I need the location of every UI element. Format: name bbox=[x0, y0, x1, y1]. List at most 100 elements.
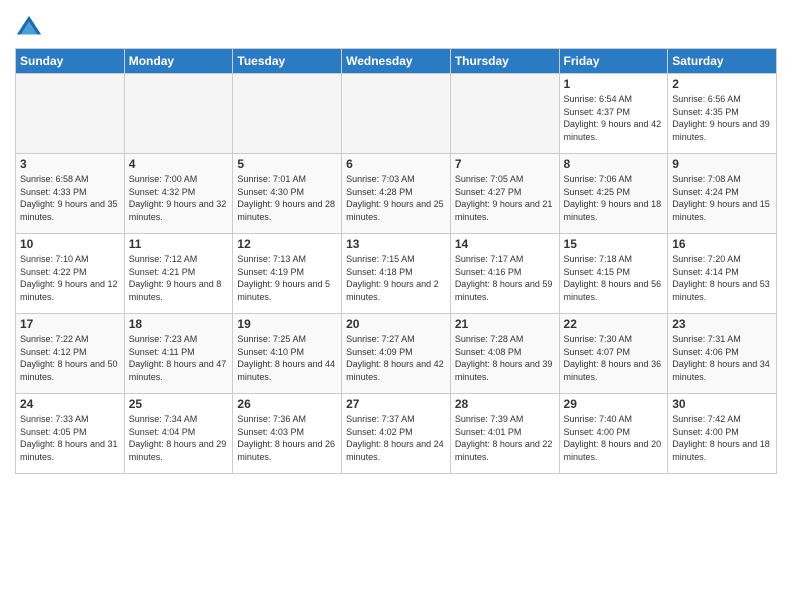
day-info: Sunrise: 7:34 AM Sunset: 4:04 PM Dayligh… bbox=[129, 413, 229, 463]
day-number: 28 bbox=[455, 397, 555, 411]
calendar-cell-8: 8Sunrise: 7:06 AM Sunset: 4:25 PM Daylig… bbox=[559, 154, 668, 234]
calendar-week-1: 3 Sunrise: 6:58 AM Sunset: 4:33 PM Daylig… bbox=[16, 154, 777, 234]
calendar-cell-27: 27 Sunrise: 7:37 AM Sunset: 4:02 PM Dayli… bbox=[342, 394, 451, 474]
day-number: 12 bbox=[237, 237, 337, 251]
day-info: Sunrise: 7:08 AM Sunset: 4:24 PM Dayligh… bbox=[672, 173, 772, 223]
calendar-cell-15: 15Sunrise: 7:18 AM Sunset: 4:15 PM Dayli… bbox=[559, 234, 668, 314]
day-info: Sunrise: 7:05 AM Sunset: 4:27 PM Dayligh… bbox=[455, 173, 555, 223]
calendar-header-monday: Monday bbox=[124, 49, 233, 74]
calendar-cell-18: 18 Sunrise: 7:23 AM Sunset: 4:11 PM Dayli… bbox=[124, 314, 233, 394]
calendar-cell-30: 30 Sunrise: 7:42 AM Sunset: 4:00 PM Dayli… bbox=[668, 394, 777, 474]
calendar-cell-20: 20 Sunrise: 7:27 AM Sunset: 4:09 PM Dayli… bbox=[342, 314, 451, 394]
day-info: Sunrise: 7:01 AM Sunset: 4:30 PM Dayligh… bbox=[237, 173, 337, 223]
day-info: Sunrise: 7:33 AM Sunset: 4:05 PM Dayligh… bbox=[20, 413, 120, 463]
calendar-cell-3: 3 Sunrise: 6:58 AM Sunset: 4:33 PM Daylig… bbox=[16, 154, 125, 234]
calendar-header-wednesday: Wednesday bbox=[342, 49, 451, 74]
day-info: Sunrise: 7:23 AM Sunset: 4:11 PM Dayligh… bbox=[129, 333, 229, 383]
day-number: 1 bbox=[564, 77, 664, 91]
day-info: Sunrise: 7:36 AM Sunset: 4:03 PM Dayligh… bbox=[237, 413, 337, 463]
day-number: 18 bbox=[129, 317, 229, 331]
day-info: Sunrise: 7:39 AM Sunset: 4:01 PM Dayligh… bbox=[455, 413, 555, 463]
day-number: 16 bbox=[672, 237, 772, 251]
calendar-table: SundayMondayTuesdayWednesdayThursdayFrid… bbox=[15, 48, 777, 474]
day-number: 30 bbox=[672, 397, 772, 411]
calendar-cell-4: 4Sunrise: 7:00 AM Sunset: 4:32 PM Daylig… bbox=[124, 154, 233, 234]
calendar-cell-6: 6 Sunrise: 7:03 AM Sunset: 4:28 PM Daylig… bbox=[342, 154, 451, 234]
page: SundayMondayTuesdayWednesdayThursdayFrid… bbox=[0, 0, 792, 612]
calendar-cell-26: 26 Sunrise: 7:36 AM Sunset: 4:03 PM Dayli… bbox=[233, 394, 342, 474]
day-number: 17 bbox=[20, 317, 120, 331]
day-number: 7 bbox=[455, 157, 555, 171]
calendar-header-friday: Friday bbox=[559, 49, 668, 74]
day-number: 21 bbox=[455, 317, 555, 331]
calendar-week-3: 17 Sunrise: 7:22 AM Sunset: 4:12 PM Dayli… bbox=[16, 314, 777, 394]
calendar-cell-13: 13Sunrise: 7:15 AM Sunset: 4:18 PM Dayli… bbox=[342, 234, 451, 314]
calendar-cell-5: 5Sunrise: 7:01 AM Sunset: 4:30 PM Daylig… bbox=[233, 154, 342, 234]
day-number: 24 bbox=[20, 397, 120, 411]
calendar-cell-11: 11 Sunrise: 7:12 AM Sunset: 4:21 PM Dayli… bbox=[124, 234, 233, 314]
day-info: Sunrise: 7:27 AM Sunset: 4:09 PM Dayligh… bbox=[346, 333, 446, 383]
calendar-week-4: 24 Sunrise: 7:33 AM Sunset: 4:05 PM Dayli… bbox=[16, 394, 777, 474]
day-info: Sunrise: 7:13 AM Sunset: 4:19 PM Dayligh… bbox=[237, 253, 337, 303]
day-number: 26 bbox=[237, 397, 337, 411]
calendar-week-2: 10Sunrise: 7:10 AM Sunset: 4:22 PM Dayli… bbox=[16, 234, 777, 314]
calendar-cell-2: 2 Sunrise: 6:56 AM Sunset: 4:35 PM Daylig… bbox=[668, 74, 777, 154]
day-number: 9 bbox=[672, 157, 772, 171]
calendar-cell-7: 7 Sunrise: 7:05 AM Sunset: 4:27 PM Daylig… bbox=[450, 154, 559, 234]
calendar-cell-22: 22Sunrise: 7:30 AM Sunset: 4:07 PM Dayli… bbox=[559, 314, 668, 394]
header bbox=[15, 10, 777, 42]
calendar-cell-empty bbox=[342, 74, 451, 154]
day-number: 15 bbox=[564, 237, 664, 251]
calendar-header-tuesday: Tuesday bbox=[233, 49, 342, 74]
logo bbox=[15, 14, 45, 42]
calendar-cell-16: 16 Sunrise: 7:20 AM Sunset: 4:14 PM Dayli… bbox=[668, 234, 777, 314]
day-info: Sunrise: 7:03 AM Sunset: 4:28 PM Dayligh… bbox=[346, 173, 446, 223]
day-info: Sunrise: 7:37 AM Sunset: 4:02 PM Dayligh… bbox=[346, 413, 446, 463]
day-number: 10 bbox=[20, 237, 120, 251]
calendar-cell-empty bbox=[16, 74, 125, 154]
day-number: 11 bbox=[129, 237, 229, 251]
calendar-cell-23: 23Sunrise: 7:31 AM Sunset: 4:06 PM Dayli… bbox=[668, 314, 777, 394]
day-info: Sunrise: 6:58 AM Sunset: 4:33 PM Dayligh… bbox=[20, 173, 120, 223]
day-info: Sunrise: 7:25 AM Sunset: 4:10 PM Dayligh… bbox=[237, 333, 337, 383]
day-number: 27 bbox=[346, 397, 446, 411]
calendar-cell-empty bbox=[233, 74, 342, 154]
calendar-cell-1: 1 Sunrise: 6:54 AM Sunset: 4:37 PM Daylig… bbox=[559, 74, 668, 154]
day-number: 20 bbox=[346, 317, 446, 331]
logo-icon bbox=[15, 14, 43, 42]
calendar-cell-12: 12 Sunrise: 7:13 AM Sunset: 4:19 PM Dayli… bbox=[233, 234, 342, 314]
calendar-header-sunday: Sunday bbox=[16, 49, 125, 74]
day-info: Sunrise: 6:54 AM Sunset: 4:37 PM Dayligh… bbox=[564, 93, 664, 143]
calendar-cell-empty bbox=[124, 74, 233, 154]
day-info: Sunrise: 7:06 AM Sunset: 4:25 PM Dayligh… bbox=[564, 173, 664, 223]
day-info: Sunrise: 7:42 AM Sunset: 4:00 PM Dayligh… bbox=[672, 413, 772, 463]
day-number: 19 bbox=[237, 317, 337, 331]
day-number: 2 bbox=[672, 77, 772, 91]
calendar-week-0: 1 Sunrise: 6:54 AM Sunset: 4:37 PM Daylig… bbox=[16, 74, 777, 154]
calendar-cell-10: 10Sunrise: 7:10 AM Sunset: 4:22 PM Dayli… bbox=[16, 234, 125, 314]
day-info: Sunrise: 7:22 AM Sunset: 4:12 PM Dayligh… bbox=[20, 333, 120, 383]
day-info: Sunrise: 7:12 AM Sunset: 4:21 PM Dayligh… bbox=[129, 253, 229, 303]
day-number: 3 bbox=[20, 157, 120, 171]
day-info: Sunrise: 7:40 AM Sunset: 4:00 PM Dayligh… bbox=[564, 413, 664, 463]
calendar-cell-9: 9 Sunrise: 7:08 AM Sunset: 4:24 PM Daylig… bbox=[668, 154, 777, 234]
day-info: Sunrise: 7:28 AM Sunset: 4:08 PM Dayligh… bbox=[455, 333, 555, 383]
day-number: 13 bbox=[346, 237, 446, 251]
day-number: 4 bbox=[129, 157, 229, 171]
day-number: 6 bbox=[346, 157, 446, 171]
day-info: Sunrise: 7:17 AM Sunset: 4:16 PM Dayligh… bbox=[455, 253, 555, 303]
day-info: Sunrise: 7:20 AM Sunset: 4:14 PM Dayligh… bbox=[672, 253, 772, 303]
calendar-cell-17: 17 Sunrise: 7:22 AM Sunset: 4:12 PM Dayli… bbox=[16, 314, 125, 394]
calendar-cell-29: 29 Sunrise: 7:40 AM Sunset: 4:00 PM Dayli… bbox=[559, 394, 668, 474]
calendar-header-saturday: Saturday bbox=[668, 49, 777, 74]
day-number: 14 bbox=[455, 237, 555, 251]
day-info: Sunrise: 7:30 AM Sunset: 4:07 PM Dayligh… bbox=[564, 333, 664, 383]
calendar-header-row: SundayMondayTuesdayWednesdayThursdayFrid… bbox=[16, 49, 777, 74]
day-number: 23 bbox=[672, 317, 772, 331]
calendar-cell-24: 24 Sunrise: 7:33 AM Sunset: 4:05 PM Dayli… bbox=[16, 394, 125, 474]
day-number: 29 bbox=[564, 397, 664, 411]
calendar-cell-19: 19 Sunrise: 7:25 AM Sunset: 4:10 PM Dayli… bbox=[233, 314, 342, 394]
calendar-cell-14: 14 Sunrise: 7:17 AM Sunset: 4:16 PM Dayli… bbox=[450, 234, 559, 314]
calendar-cell-28: 28 Sunrise: 7:39 AM Sunset: 4:01 PM Dayli… bbox=[450, 394, 559, 474]
day-info: Sunrise: 6:56 AM Sunset: 4:35 PM Dayligh… bbox=[672, 93, 772, 143]
